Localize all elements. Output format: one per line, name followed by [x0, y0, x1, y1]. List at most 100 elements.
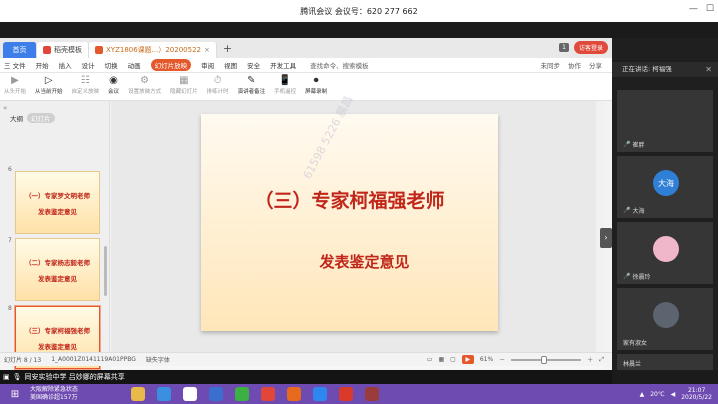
settings-show-icon: ⚙ [140, 74, 150, 86]
pane-tabs: 大纲 幻灯片 [10, 113, 55, 123]
slide-title[interactable]: （三）专家柯福强老师 [201, 186, 498, 213]
maximize-icon[interactable]: ☐ [706, 4, 714, 14]
menu-item[interactable]: 开始 [36, 60, 49, 70]
ribbon-button[interactable]: ✎ 演讲者备注 [238, 75, 266, 95]
maxthon-icon [209, 387, 223, 401]
ribbon-button[interactable]: ⏺ 屏幕录制 [305, 75, 327, 95]
ribbon-button[interactable]: ▷ 从当前开始 [35, 75, 63, 95]
ribbon-button[interactable]: ◉ 会议 [108, 75, 119, 95]
pane-scrollbar[interactable] [104, 246, 107, 296]
menu-item[interactable]: 开发工具 [270, 60, 296, 70]
mic-icon: 🎤 [623, 207, 631, 214]
tab-current-file[interactable]: XYZ1806课题...）20200522 × [89, 42, 217, 58]
avatar: 大海 [653, 170, 679, 196]
menu-item[interactable]: 安全 [247, 60, 260, 70]
ribbon-button[interactable]: ☷ 自定义放映 [72, 75, 100, 95]
menu-item[interactable]: 设计 [82, 60, 95, 70]
view-sorter-icon[interactable]: ▦ [438, 356, 444, 363]
menu-right-item[interactable]: 分享 [589, 60, 602, 70]
minimize-icon[interactable]: — [689, 4, 698, 14]
participant-tile[interactable]: 林晨兰 [617, 354, 713, 370]
folder-icon [131, 387, 145, 401]
network-icon[interactable]: ▲ [640, 391, 645, 398]
participant-tile[interactable]: 家有淑女 [617, 288, 713, 350]
menu-right-item[interactable]: 未同步 [541, 60, 561, 70]
meeting-title-bar: 腾讯会议 会议号：620 277 662 — ☐ [0, 0, 718, 22]
participant-tile[interactable]: 🎤 崔胖 [617, 90, 713, 152]
slide-subtitle[interactable]: 发表鉴定意见 [201, 251, 498, 272]
ribbon-button[interactable]: ▦ 隐藏幻灯片 [170, 75, 198, 95]
current-slide[interactable]: 61598 5226 晨昌 （三）专家柯福强老师 发表鉴定意见 [201, 94, 498, 331]
tab-outline[interactable]: 大纲 [10, 113, 23, 123]
ribbon-label: 设置放映方式 [128, 89, 162, 95]
ribbon-button[interactable]: ▶ 从头开始 [4, 75, 26, 95]
slide-thumbnail[interactable]: （一）专家罗文明老师 发表鉴定意见 [15, 171, 100, 234]
participant-tile[interactable]: 🎤 徐晨玲 [617, 222, 713, 284]
participant-tile[interactable]: 大海 🎤 大海 [617, 156, 713, 218]
taskbar-app[interactable] [177, 384, 203, 404]
zoom-slider[interactable] [511, 355, 582, 364]
participant-name: 家有淑女 [623, 340, 648, 347]
menu-item[interactable]: 插入 [59, 60, 72, 70]
zoom-level[interactable]: 61% [480, 356, 493, 363]
play-slideshow-button[interactable]: ▶ [461, 355, 474, 364]
ribbon-label: 隐藏幻灯片 [170, 89, 198, 95]
menu-item[interactable]: 审阅 [201, 60, 214, 70]
expand-panel-icon[interactable]: › [600, 228, 612, 248]
tab-templates[interactable]: 稻壳模板 [37, 42, 89, 58]
taskbar-app[interactable] [229, 384, 255, 404]
thumb-title: （一）专家罗文明老师 [25, 191, 90, 200]
start-button[interactable]: ⊞ [0, 384, 30, 404]
taskbar-app[interactable] [255, 384, 281, 404]
meeting-title: 腾讯会议 会议号：620 277 662 [300, 6, 418, 16]
fit-window-icon[interactable]: ⤢ [599, 356, 604, 364]
volume-icon[interactable]: ◀ [671, 391, 676, 398]
taskbar-app[interactable] [151, 384, 177, 404]
tab-home[interactable]: 首页 [3, 42, 37, 58]
missing-font-indicator[interactable]: 缺失字体 [146, 355, 170, 364]
main-menu: 三 文件 开始 插入 设计 切换 动画 幻灯片放映 审阅 视图 安全 开发工具 查找命令、搜索模板 未同… [0, 58, 612, 73]
clock[interactable]: 21:07 2020/5/22 [681, 387, 712, 401]
wechat-icon [235, 387, 249, 401]
ribbon-button[interactable]: 📱 手机遥控 [274, 75, 296, 95]
menu-right-item[interactable]: 协作 [568, 60, 581, 70]
slideshow-ribbon: ▶ 从头开始 ▷ 从当前开始 ☷ 自定义放映 ◉ 会议 ⚙ 设置放映方式 ▦ 隐藏幻灯片 ⏱ 排练计时 ✎ 演… [0, 73, 612, 101]
taskbar-app[interactable] [307, 384, 333, 404]
view-normal-icon[interactable]: ▭ [427, 356, 433, 363]
taskbar-app[interactable] [333, 384, 359, 404]
thumb-title: （三）专家柯福强老师 [25, 326, 90, 335]
taskbar-app[interactable] [359, 384, 385, 404]
zoom-out-icon[interactable]: － [499, 355, 505, 364]
close-tab-icon[interactable]: × [204, 46, 210, 54]
menu-item[interactable]: 三 文件 [4, 60, 26, 70]
slide-thumbnail[interactable]: （二）专家杨志毅老师 发表鉴定意见 [15, 238, 100, 301]
login-button[interactable]: 访客登录 [573, 41, 608, 54]
wps-icon [339, 387, 353, 401]
zoom-in-icon[interactable]: ＋ [587, 355, 593, 364]
menu-item[interactable]: 切换 [105, 60, 118, 70]
news-ticker[interactable]: 大阪解除紧急状态 美国确诊超157万 [30, 384, 125, 404]
slide-thumbnail-pane: « 大纲 幻灯片 6 （一）专家罗文明老师 发表鉴定意见 7 （二）专家杨志毅老… [0, 101, 110, 389]
menu-item[interactable]: 幻灯片放映 [150, 59, 192, 71]
mic-icon: 🎤 [623, 141, 631, 148]
taskbar-app[interactable] [125, 384, 151, 404]
window-count-badge[interactable]: 1 [559, 43, 569, 52]
new-tab-button[interactable]: + [223, 42, 232, 55]
taskbar-app[interactable] [281, 384, 307, 404]
view-reading-icon[interactable]: ▢ [450, 356, 456, 363]
document-tabs: 首页 稻壳模板 XYZ1806课题...）20200522 × + 1 访客登录 [0, 38, 612, 58]
menu-item[interactable]: 视图 [224, 60, 237, 70]
taskbar-app[interactable] [203, 384, 229, 404]
collapse-pane-icon[interactable]: « [3, 104, 7, 112]
ribbon-button[interactable]: ⏱ 排练计时 [207, 75, 229, 95]
close-panel-icon[interactable]: ✕ [705, 62, 712, 77]
weather-temp[interactable]: 20℃ [650, 391, 664, 398]
share-text: 同安实验中学 吕妙娜的屏幕共享 [24, 373, 125, 381]
participant-name: 大海 [632, 208, 645, 215]
ribbon-button[interactable]: ⚙ 设置放映方式 [128, 75, 161, 95]
zoom-slider-knob[interactable] [541, 355, 548, 364]
command-search[interactable]: 查找命令、搜索模板 [310, 60, 369, 70]
phone-remote-icon: 📱 [278, 74, 292, 86]
menu-item[interactable]: 动画 [128, 60, 141, 70]
tab-slides[interactable]: 幻灯片 [27, 113, 55, 123]
